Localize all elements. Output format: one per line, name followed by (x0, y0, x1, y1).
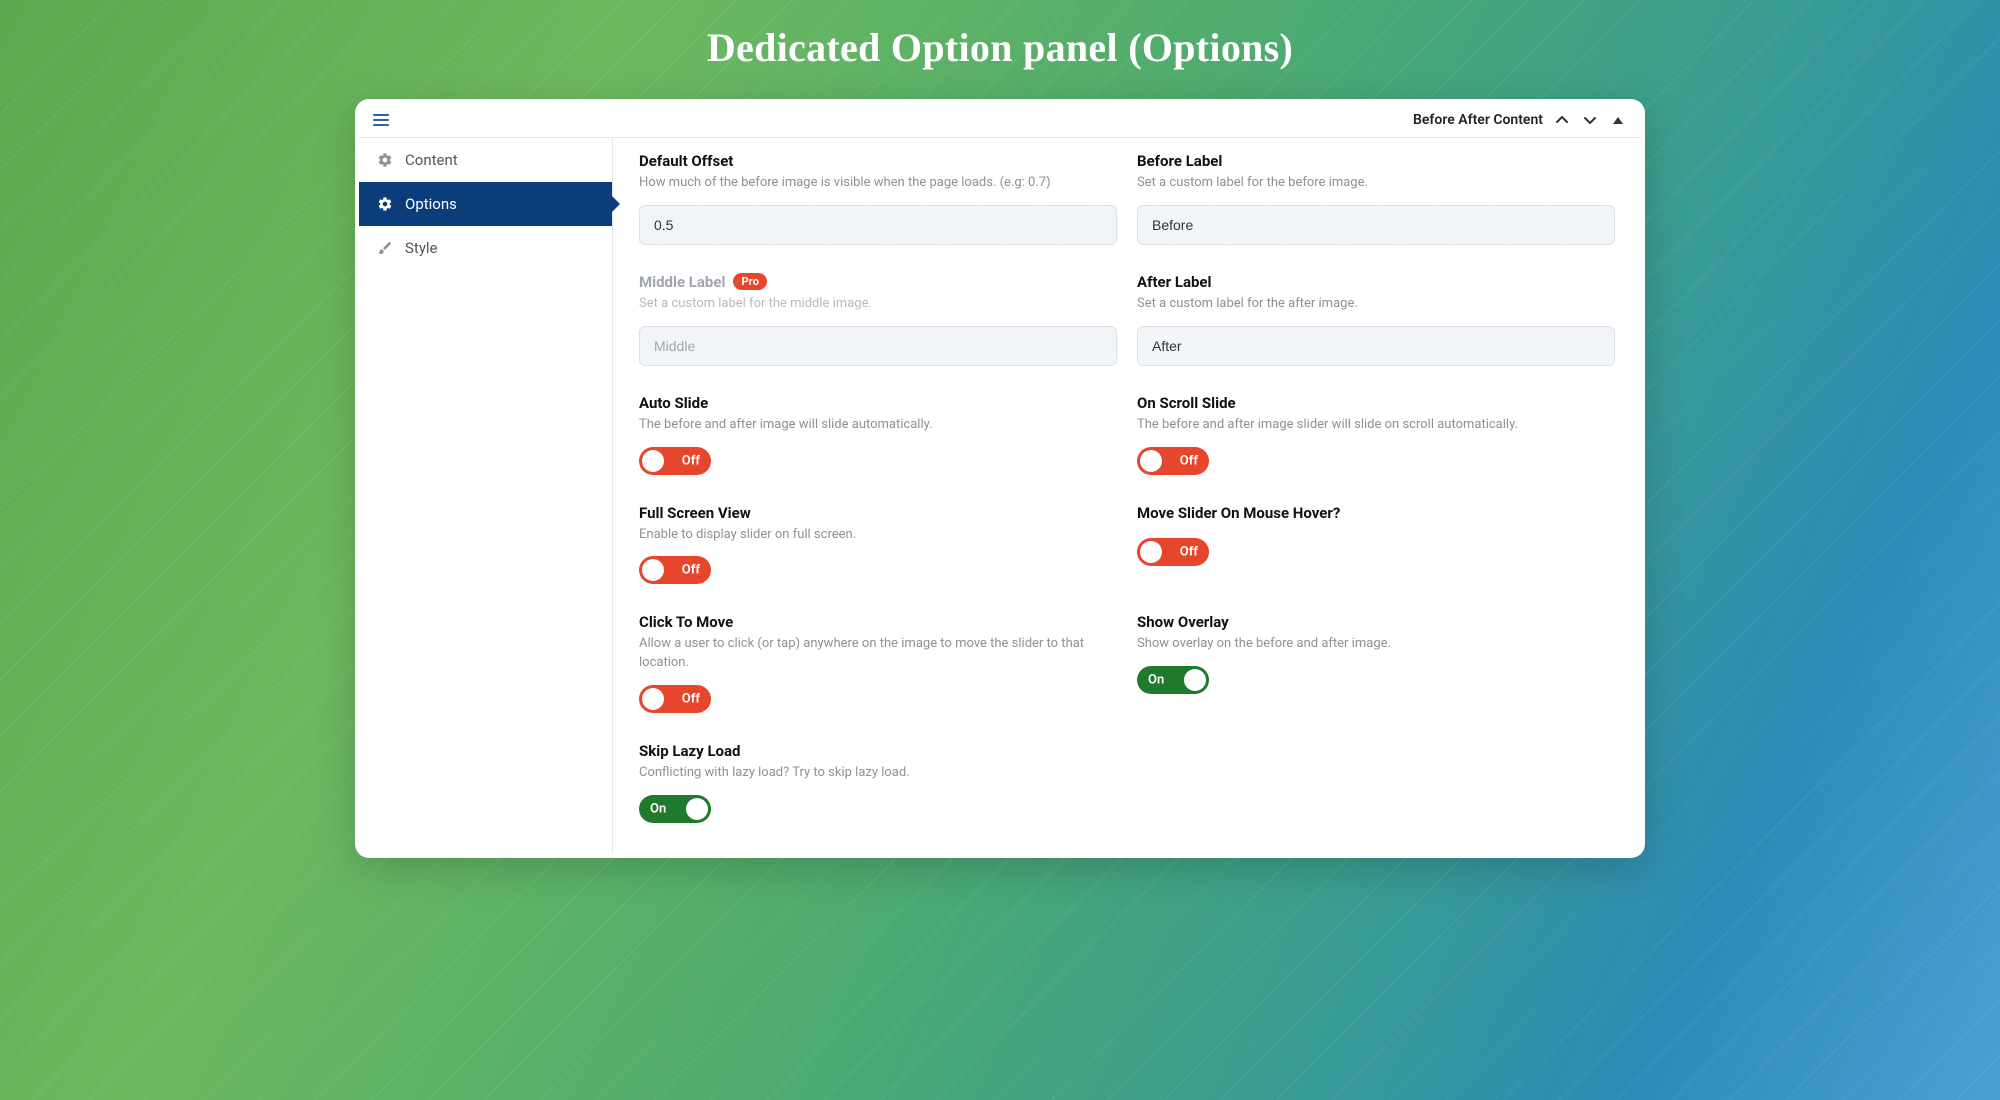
field-desc: Set a custom label for the after image. (1137, 295, 1615, 314)
sidebar-item-label: Content (405, 151, 458, 169)
field-default-offset: Default Offset How much of the before im… (639, 152, 1117, 245)
field-click-to-move: Click To Move Allow a user to click (or … (639, 613, 1117, 714)
field-label: Default Offset (639, 152, 1117, 170)
full-screen-toggle[interactable]: Off (639, 556, 711, 584)
skip-lazy-toggle[interactable]: On (639, 795, 711, 823)
field-label: Auto Slide (639, 394, 1117, 412)
sidebar-item-content[interactable]: Content (359, 138, 612, 182)
move-on-hover-toggle[interactable]: Off (1137, 538, 1209, 566)
field-desc: Show overlay on the before and after ima… (1137, 635, 1615, 654)
sidebar-item-options[interactable]: Options (359, 182, 612, 226)
hamburger-icon[interactable] (373, 114, 389, 126)
field-label: After Label (1137, 273, 1615, 291)
hero-title: Dedicated Option panel (Options) (0, 0, 2000, 99)
options-panel: Before After Content Content (355, 99, 1645, 858)
breadcrumb: Before After Content (1413, 112, 1543, 128)
gear-icon (377, 152, 393, 168)
field-label: Show Overlay (1137, 613, 1615, 631)
panel-body: Content Options Style Default Offset How… (359, 138, 1641, 854)
field-label: Move Slider On Mouse Hover? (1137, 504, 1615, 522)
on-scroll-slide-toggle[interactable]: Off (1137, 447, 1209, 475)
collapse-down-icon[interactable] (1581, 111, 1599, 129)
sidebar-item-label: Options (405, 195, 457, 213)
field-label: Full Screen View (639, 504, 1117, 522)
panel-topbar: Before After Content (359, 103, 1641, 138)
field-desc: How much of the before image is visible … (639, 174, 1117, 193)
after-label-input[interactable] (1137, 326, 1615, 366)
collapse-up-icon[interactable] (1553, 111, 1571, 129)
brush-icon (377, 240, 393, 256)
middle-label-input (639, 326, 1117, 366)
pro-badge: Pro (733, 273, 767, 290)
sidebar-item-style[interactable]: Style (359, 226, 612, 270)
field-desc: Set a custom label for the middle image. (639, 295, 1117, 314)
field-label: On Scroll Slide (1137, 394, 1615, 412)
before-label-input[interactable] (1137, 205, 1615, 245)
default-offset-input[interactable] (639, 205, 1117, 245)
field-on-scroll-slide: On Scroll Slide The before and after ima… (1137, 394, 1615, 476)
field-desc: Conflicting with lazy load? Try to skip … (639, 764, 1117, 783)
field-desc: Set a custom label for the before image. (1137, 174, 1615, 193)
field-full-screen: Full Screen View Enable to display slide… (639, 504, 1117, 586)
field-after-label: After Label Set a custom label for the a… (1137, 273, 1615, 366)
topbar-right: Before After Content (1413, 111, 1627, 129)
show-overlay-toggle[interactable]: On (1137, 666, 1209, 694)
field-move-on-hover: Move Slider On Mouse Hover? Off (1137, 504, 1615, 586)
gear-icon (377, 196, 393, 212)
field-middle-label: Middle Label Pro Set a custom label for … (639, 273, 1117, 366)
field-desc: Allow a user to click (or tap) anywhere … (639, 635, 1117, 673)
auto-slide-toggle[interactable]: Off (639, 447, 711, 475)
field-desc: Enable to display slider on full screen. (639, 526, 1117, 545)
field-label: Middle Label Pro (639, 273, 1117, 291)
field-auto-slide: Auto Slide The before and after image wi… (639, 394, 1117, 476)
sidebar-item-label: Style (405, 239, 438, 257)
click-to-move-toggle[interactable]: Off (639, 685, 711, 713)
field-label: Skip Lazy Load (639, 742, 1117, 760)
field-label: Before Label (1137, 152, 1615, 170)
field-label: Click To Move (639, 613, 1117, 631)
field-show-overlay: Show Overlay Show overlay on the before … (1137, 613, 1615, 714)
field-desc: The before and after image slider will s… (1137, 416, 1615, 435)
field-before-label: Before Label Set a custom label for the … (1137, 152, 1615, 245)
content-area: Default Offset How much of the before im… (613, 138, 1641, 854)
triangle-up-icon[interactable] (1609, 111, 1627, 129)
sidebar: Content Options Style (359, 138, 613, 854)
field-desc: The before and after image will slide au… (639, 416, 1117, 435)
field-skip-lazy: Skip Lazy Load Conflicting with lazy loa… (639, 742, 1117, 824)
